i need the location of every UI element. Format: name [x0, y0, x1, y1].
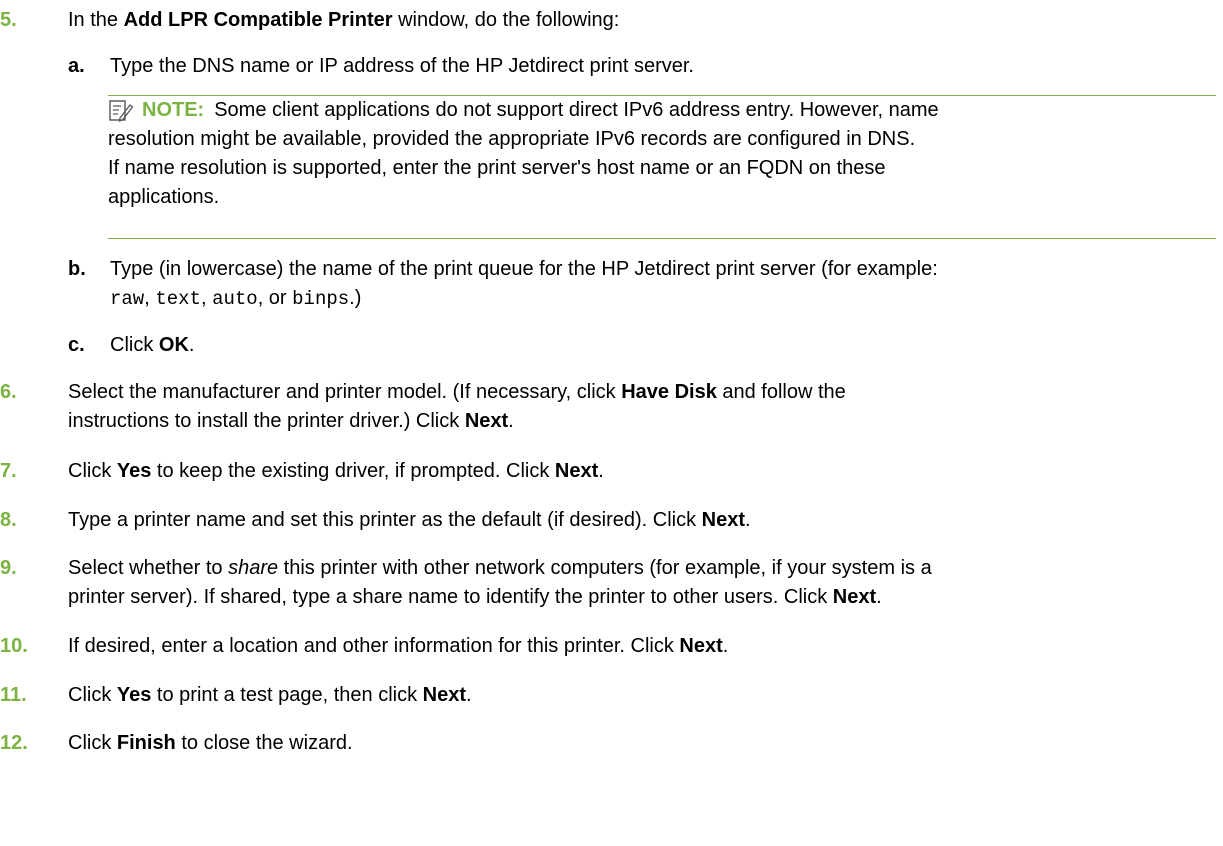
step-number: 6. — [0, 381, 17, 403]
queue-raw: raw — [110, 288, 145, 310]
substep-letter: c. — [68, 334, 85, 356]
step-text: Select whether to share this printer wit… — [68, 557, 932, 608]
substep-text: Type the DNS name or IP address of the H… — [110, 55, 694, 77]
step-text: In the Add LPR Compatible Printer window… — [68, 9, 620, 31]
substep-text: Type (in lowercase) the name of the prin… — [110, 258, 938, 310]
queue-auto: auto — [212, 288, 258, 310]
step-number: 7. — [0, 460, 17, 482]
step-text: Click Finish to close the wizard. — [68, 732, 353, 754]
step-number: 5. — [0, 9, 17, 31]
substep-text: Click OK. — [110, 334, 195, 356]
step-number: 11. — [0, 684, 27, 706]
window-name: Add LPR Compatible Printer — [123, 9, 393, 31]
note-text: NOTE: Some client applications do not sup… — [108, 99, 939, 208]
queue-text: text — [155, 288, 201, 310]
step-text: Click Yes to keep the existing driver, i… — [68, 460, 604, 482]
step-number: 10. — [0, 635, 28, 657]
substep-letter: a. — [68, 55, 85, 77]
step-number: 8. — [0, 509, 17, 531]
note-label: NOTE: — [142, 99, 205, 121]
step-number: 12. — [0, 732, 28, 754]
step-text: Type a printer name and set this printer… — [68, 509, 751, 531]
substep-letter: b. — [68, 258, 86, 280]
step-text: Click Yes to print a test page, then cli… — [68, 684, 472, 706]
step-number: 9. — [0, 557, 17, 579]
step-text: Select the manufacturer and printer mode… — [68, 381, 846, 432]
note-box: NOTE: Some client applications do not sup… — [108, 95, 1216, 239]
queue-binps: binps — [292, 288, 350, 310]
step-text: If desired, enter a location and other i… — [68, 635, 729, 657]
